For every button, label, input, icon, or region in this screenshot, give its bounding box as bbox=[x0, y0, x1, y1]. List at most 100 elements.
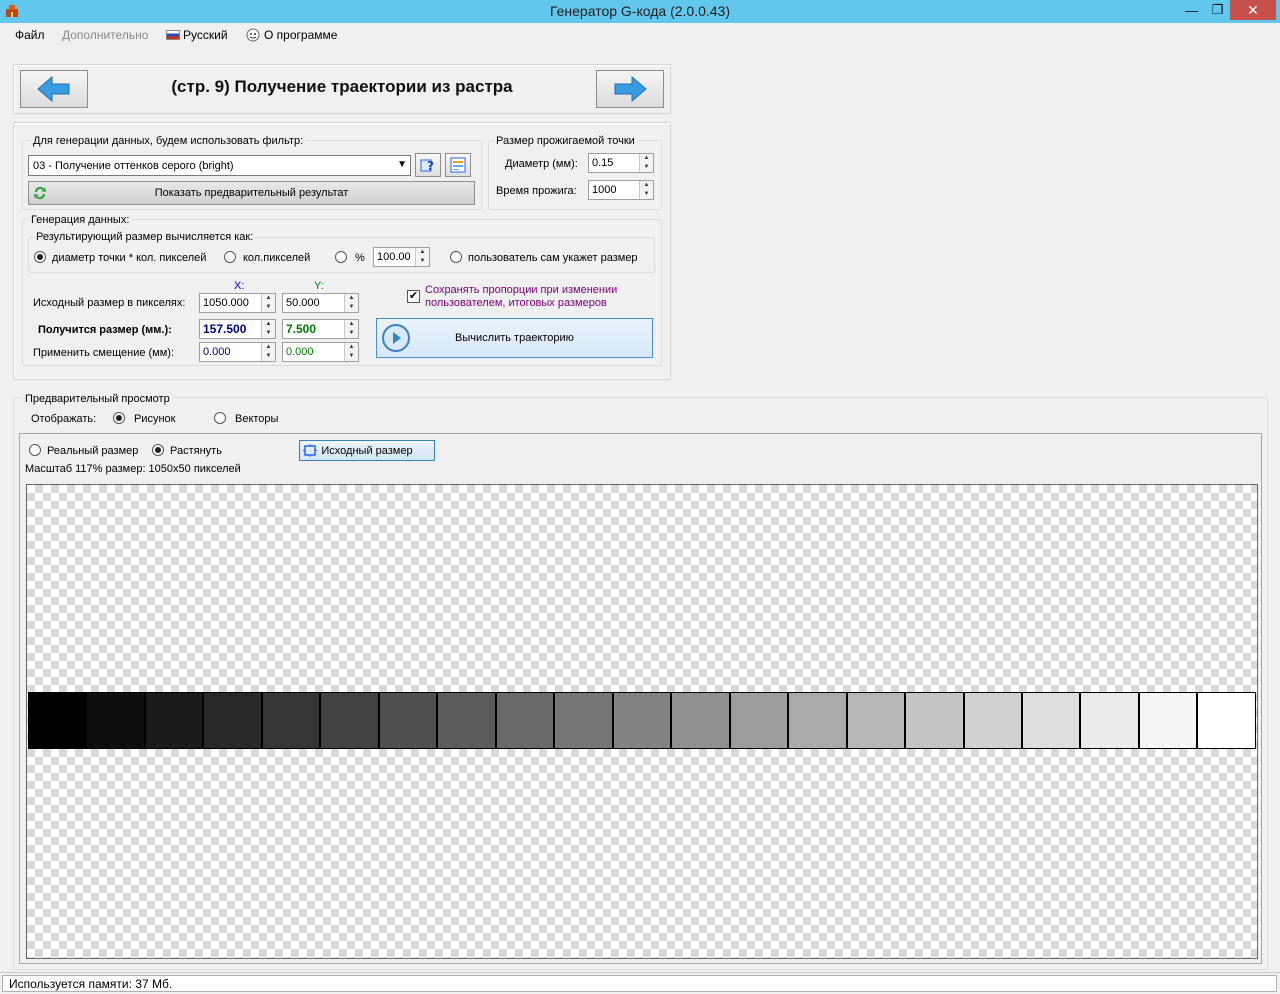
page-title: (стр. 9) Получение траектории из растра bbox=[171, 77, 513, 96]
radio-pixels-label: кол.пикселей bbox=[243, 252, 311, 264]
radio-real-size[interactable] bbox=[29, 444, 41, 456]
source-x-value: 1050.000 bbox=[203, 297, 249, 309]
gray-swatch bbox=[87, 693, 146, 748]
minimize-icon: — bbox=[1185, 2, 1198, 18]
about-icon bbox=[246, 28, 260, 42]
keep-proportions-checkbox[interactable]: ✔ bbox=[407, 290, 420, 303]
burn-time-value: 1000 bbox=[592, 184, 617, 196]
gray-swatch bbox=[1081, 693, 1140, 748]
radio-diameter-pixels-label: диаметр точки * кол. пикселей bbox=[52, 252, 207, 264]
crop-icon bbox=[303, 444, 317, 457]
result-x-value: 157.500 bbox=[203, 322, 247, 336]
edit-icon bbox=[450, 157, 466, 173]
window-title: Генератор G-кода (2.0.0.43) bbox=[549, 3, 730, 19]
diameter-spinner[interactable]: ▲ ▼ bbox=[639, 154, 653, 172]
percent-spinner[interactable]: ▲ ▼ bbox=[415, 248, 429, 266]
menu-about[interactable]: О программе bbox=[245, 28, 337, 42]
gray-swatch bbox=[438, 693, 497, 748]
next-button[interactable] bbox=[596, 70, 664, 108]
gray-swatch bbox=[906, 693, 965, 748]
gray-swatch bbox=[321, 693, 380, 748]
play-icon bbox=[382, 324, 410, 352]
preview-result-label: Показать предварительный результат bbox=[154, 187, 349, 199]
gray-swatch bbox=[496, 693, 556, 748]
back-button[interactable] bbox=[20, 70, 88, 108]
restore-button[interactable]: ❐ bbox=[1205, 0, 1230, 20]
result-x-spinner[interactable]: ▲ ▼ bbox=[261, 320, 275, 338]
radio-display-image[interactable] bbox=[113, 412, 125, 424]
radio-display-vectors-label: Векторы bbox=[235, 413, 279, 425]
chevron-down-icon: ▼ bbox=[397, 159, 407, 170]
filter-edit-button[interactable] bbox=[445, 153, 471, 177]
filter-help-button[interactable]: ? bbox=[415, 153, 441, 177]
menu-language-label: Русский bbox=[183, 28, 228, 42]
radio-real-size-label: Реальный размер bbox=[47, 445, 139, 457]
radio-percent-label: % bbox=[355, 252, 365, 264]
gray-swatch bbox=[262, 693, 322, 748]
x-header: X: bbox=[234, 280, 245, 292]
arrow-right-icon bbox=[614, 75, 647, 103]
gray-swatch bbox=[730, 693, 790, 748]
menu-language[interactable]: Русский bbox=[166, 28, 228, 42]
generation-title: Генерация данных: bbox=[29, 214, 132, 226]
help-icon: ? bbox=[420, 159, 434, 173]
gray-swatch bbox=[847, 693, 907, 748]
close-button[interactable]: ✕ bbox=[1230, 0, 1276, 20]
offset-y-spinner[interactable]: ▲ ▼ bbox=[344, 343, 358, 361]
gray-swatch bbox=[613, 693, 673, 748]
source-x-spinner[interactable]: ▲ ▼ bbox=[261, 294, 275, 312]
burn-time-label: Время прожига: bbox=[496, 185, 577, 197]
grayscale-strip bbox=[28, 692, 1256, 749]
radio-user-size[interactable] bbox=[450, 251, 462, 263]
offset-label: Применить смещение (мм): bbox=[33, 347, 175, 359]
menu-file[interactable]: Файл bbox=[15, 28, 45, 42]
result-size-label: Получится размер (мм.): bbox=[38, 324, 172, 336]
gray-swatch bbox=[789, 693, 848, 748]
source-y-spinner[interactable]: ▲ ▼ bbox=[344, 294, 358, 312]
menu-about-label: О программе bbox=[264, 28, 338, 42]
result-y-spinner[interactable]: ▲ ▼ bbox=[344, 320, 358, 338]
restore-icon: ❐ bbox=[1211, 2, 1224, 17]
gray-swatch bbox=[204, 693, 263, 748]
radio-user-size-label: пользователь сам укажет размер bbox=[468, 252, 638, 264]
gray-swatch bbox=[379, 693, 439, 748]
calculate-trajectory-button[interactable]: Вычислить траекторию bbox=[376, 318, 653, 358]
gray-swatch bbox=[964, 693, 1023, 748]
calculate-trajectory-label: Вычислить траекторию bbox=[455, 332, 574, 344]
gray-swatch bbox=[145, 693, 205, 748]
filter-select[interactable]: 03 - Получение оттенков серого (bright) … bbox=[28, 155, 411, 176]
menu-extra[interactable]: Дополнительно bbox=[62, 28, 148, 42]
result-size-title: Результирующий размер вычисляется как: bbox=[34, 231, 256, 243]
original-size-label: Исходный размер bbox=[321, 444, 413, 457]
refresh-icon bbox=[34, 187, 46, 199]
filter-select-value: 03 - Получение оттенков серого (bright) bbox=[33, 159, 234, 172]
radio-display-image-label: Рисунок bbox=[134, 413, 176, 425]
close-icon: ✕ bbox=[1247, 1, 1259, 18]
diameter-value: 0.15 bbox=[592, 157, 614, 169]
radio-pixels[interactable] bbox=[224, 251, 236, 263]
preview-result-button[interactable]: Показать предварительный результат bbox=[28, 181, 475, 205]
menu-file-label: Файл bbox=[15, 28, 45, 42]
original-size-button[interactable]: Исходный размер bbox=[299, 440, 435, 461]
radio-diameter-pixels[interactable] bbox=[34, 251, 46, 263]
source-size-label: Исходный размер в пикселях: bbox=[33, 297, 186, 309]
memory-status-text: Используется памяти: 37 Мб. bbox=[9, 976, 173, 991]
radio-stretch[interactable] bbox=[152, 444, 164, 456]
radio-display-vectors[interactable] bbox=[214, 412, 226, 424]
gray-swatch bbox=[1139, 693, 1199, 748]
gray-swatch bbox=[555, 693, 614, 748]
gray-swatch bbox=[29, 693, 88, 748]
gray-swatch bbox=[1022, 693, 1082, 748]
diameter-label: Диаметр (мм): bbox=[505, 158, 578, 170]
percent-value: 100.00 bbox=[377, 251, 411, 263]
minimize-button[interactable]: — bbox=[1178, 0, 1205, 20]
burn-time-spinner[interactable]: ▲ ▼ bbox=[639, 181, 653, 199]
display-label: Отображать: bbox=[31, 413, 97, 425]
memory-status: Используется памяти: 37 Мб. bbox=[2, 975, 1277, 992]
checkmark-icon: ✔ bbox=[408, 290, 419, 302]
radio-percent[interactable] bbox=[335, 251, 347, 263]
gray-swatch bbox=[1198, 693, 1255, 748]
burn-group-title: Размер прожигаемой точки bbox=[494, 135, 637, 147]
filter-label: Для генерации данных, будем использовать… bbox=[31, 135, 306, 147]
offset-x-spinner[interactable]: ▲ ▼ bbox=[261, 343, 275, 361]
